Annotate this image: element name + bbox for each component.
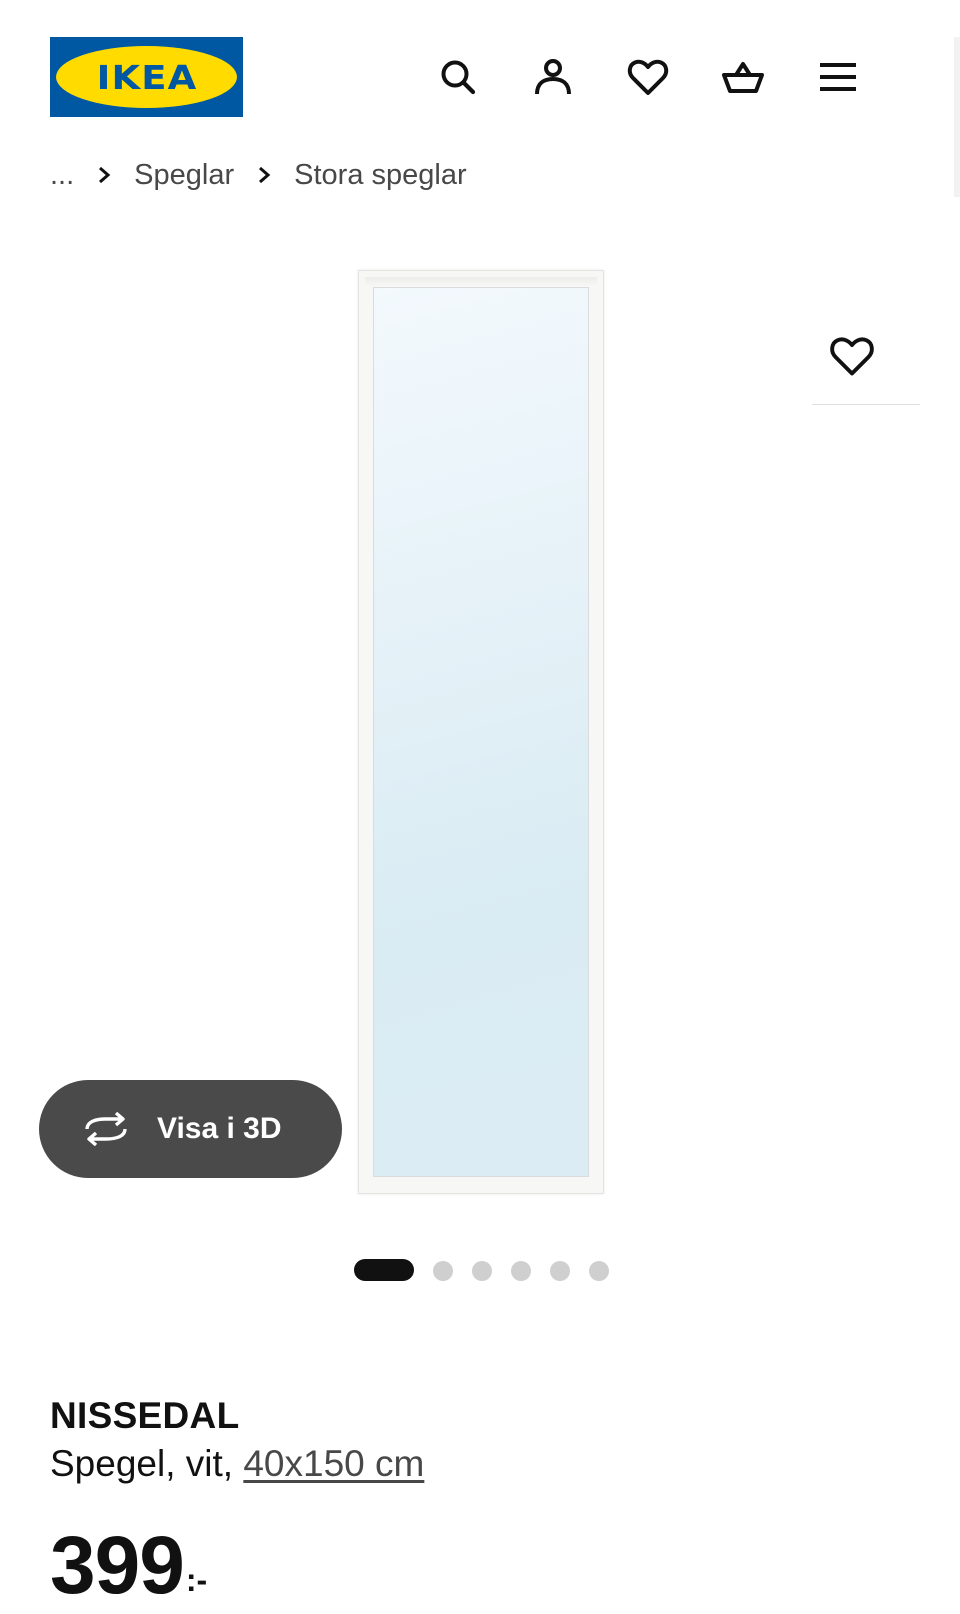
chevron-right-icon <box>96 166 112 184</box>
price-suffix: :- <box>185 1562 208 1598</box>
account-icon <box>535 59 571 95</box>
favourites-button[interactable] <box>623 52 673 102</box>
view-in-3d-label: Visa i 3D <box>157 1112 282 1145</box>
breadcrumb-item-speglar[interactable]: Speglar <box>134 159 234 192</box>
rotate-3d-icon <box>85 1111 127 1147</box>
mirror-glass <box>373 287 589 1177</box>
product-name: NISSEDAL <box>50 1395 240 1436</box>
site-header: IKEA <box>0 0 960 150</box>
account-button[interactable] <box>528 52 578 102</box>
divider <box>812 404 920 405</box>
chevron-right-icon <box>256 166 272 184</box>
mirror-frame-edge <box>365 277 597 287</box>
scrollbar[interactable] <box>954 37 960 197</box>
product-description-text: Spegel, vit, <box>50 1443 244 1484</box>
basket-button[interactable] <box>718 52 768 102</box>
carousel-pagination <box>0 1259 960 1281</box>
breadcrumb-item-stora-speglar[interactable]: Stora speglar <box>294 159 467 192</box>
product-image-mirror[interactable] <box>358 270 604 1194</box>
add-to-favourites-button[interactable] <box>812 316 892 396</box>
product-description: Spegel, vit, 40x150 cm <box>50 1443 930 1485</box>
price-integer: 399 <box>50 1520 185 1611</box>
menu-icon <box>820 63 856 91</box>
carousel-dot-5[interactable] <box>550 1261 570 1281</box>
heart-icon <box>627 59 669 95</box>
carousel-dot-2[interactable] <box>433 1261 453 1281</box>
menu-button[interactable] <box>813 52 863 102</box>
carousel-dot-1[interactable] <box>354 1259 414 1281</box>
heart-icon <box>830 337 874 376</box>
header-icons <box>0 52 960 102</box>
search-icon <box>441 60 476 95</box>
basket-icon <box>722 62 764 93</box>
search-button[interactable] <box>433 52 483 102</box>
view-in-3d-button[interactable]: Visa i 3D <box>39 1080 342 1178</box>
breadcrumb-ellipsis[interactable]: ... <box>50 159 74 192</box>
product-price: 399 :- <box>50 1525 207 1607</box>
carousel-dot-6[interactable] <box>589 1261 609 1281</box>
breadcrumb: ... Speglar Stora speglar <box>50 150 467 200</box>
product-gallery[interactable]: Visa i 3D <box>0 230 960 1290</box>
product-size-link[interactable]: 40x150 cm <box>243 1443 424 1484</box>
carousel-dot-4[interactable] <box>511 1261 531 1281</box>
product-info: NISSEDAL Spegel, vit, 40x150 cm <box>50 1395 930 1485</box>
carousel-dot-3[interactable] <box>472 1261 492 1281</box>
